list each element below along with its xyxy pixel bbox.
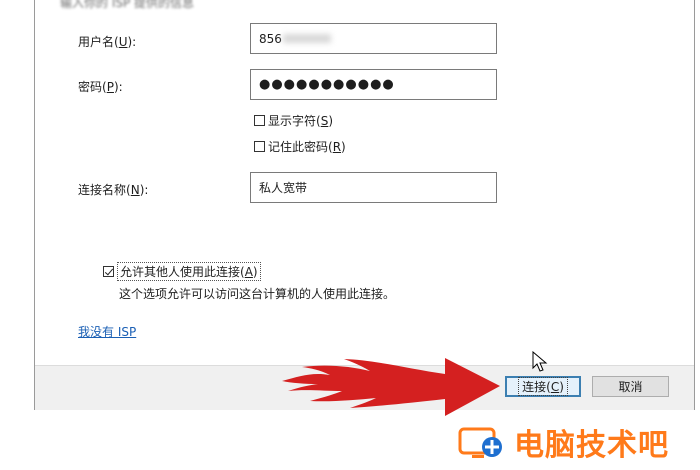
connect-button[interactable]: 连接(C) bbox=[505, 376, 581, 397]
tech-logo-icon bbox=[458, 427, 502, 458]
remember-password-option[interactable]: 记住此密码(R) bbox=[254, 138, 346, 155]
dialog-border-right bbox=[694, 0, 695, 410]
dialog-instruction: 输入你的 ISP 提供的信息 bbox=[60, 0, 195, 10]
show-characters-checkbox[interactable] bbox=[254, 115, 265, 126]
allow-others-checkbox[interactable] bbox=[103, 266, 114, 277]
dialog-border-left bbox=[34, 0, 35, 410]
watermark-text: 电脑技术吧 bbox=[514, 428, 669, 463]
redacted-text bbox=[282, 34, 331, 43]
allow-others-description: 这个选项允许可以访问这台计算机的人使用此连接。 bbox=[119, 287, 396, 301]
connection-name-field[interactable]: 私人宽带 bbox=[250, 172, 497, 203]
remember-password-checkbox[interactable] bbox=[254, 141, 265, 152]
show-characters-option[interactable]: 显示字符(S) bbox=[254, 112, 333, 129]
watermark: 电脑技术吧 bbox=[458, 420, 669, 464]
username-field[interactable]: 856 bbox=[250, 23, 497, 54]
no-isp-link[interactable]: 我没有 ISP bbox=[78, 323, 136, 340]
connection-name-label: 连接名称(N): bbox=[78, 183, 149, 197]
mouse-cursor-icon bbox=[532, 351, 548, 372]
red-arrow-icon bbox=[282, 358, 500, 416]
password-field[interactable]: ●●●●●●●●●●● bbox=[250, 69, 497, 100]
cancel-button[interactable]: 取消 bbox=[592, 376, 669, 397]
allow-others-option[interactable]: 允许其他人使用此连接(A) bbox=[103, 262, 261, 281]
username-label: 用户名(U): bbox=[78, 35, 137, 49]
password-label: 密码(P): bbox=[78, 80, 123, 94]
